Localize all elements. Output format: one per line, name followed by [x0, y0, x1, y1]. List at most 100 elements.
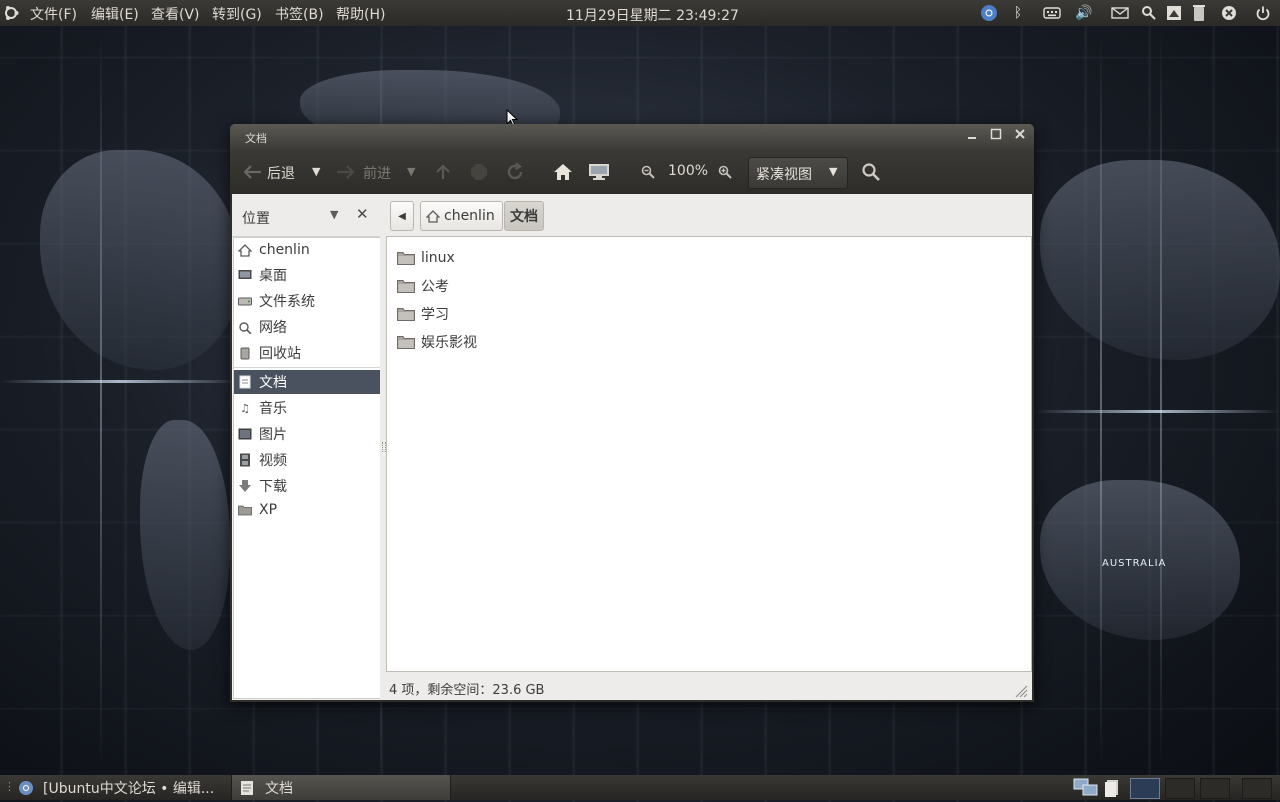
sidebar-item-label: 音乐	[259, 401, 287, 417]
workspace-1[interactable]	[1130, 778, 1160, 799]
sidebar-divider	[234, 367, 380, 368]
view-mode-select[interactable]: 紧凑视图 ▼	[748, 157, 848, 189]
sidebar-item-home[interactable]: chenlin	[234, 238, 380, 262]
file-name: linux	[421, 250, 455, 266]
zoom-level[interactable]: 100%	[668, 163, 708, 179]
trash-icon	[238, 346, 252, 360]
sidebar-item-label: 文档	[259, 375, 287, 391]
path-home-label: chenlin	[444, 208, 495, 224]
back-history-dropdown[interactable]: ▼	[312, 165, 320, 178]
menu-bookmarks[interactable]: 书签(B)	[275, 4, 324, 24]
mail-icon[interactable]	[1111, 4, 1129, 22]
screenshot-icon[interactable]	[1165, 4, 1183, 22]
toolbar: 后退 ▼ 前进 ▼ 100% 紧凑视图 ▼	[230, 150, 1034, 194]
statusbar: 4 项，剩余空间：23.6 GB	[386, 672, 1032, 700]
forward-button[interactable]: 前进	[363, 163, 391, 183]
power-icon[interactable]	[1254, 4, 1272, 22]
close-circle-icon[interactable]	[1220, 4, 1238, 22]
sidebar-item-pictures[interactable]: 图片	[234, 422, 380, 446]
resize-grip-icon[interactable]	[1014, 684, 1028, 698]
file-name: 学习	[421, 307, 449, 323]
sidebar-item-music[interactable]: ♫ 音乐	[234, 396, 380, 420]
forward-history-dropdown[interactable]: ▼	[407, 165, 415, 178]
sidebar-dropdown-icon[interactable]: ▼	[330, 208, 338, 221]
sidebar-item-desktop[interactable]: 桌面	[234, 263, 380, 287]
bottom-panel: ⋮ [Ubuntu中文论坛 • 编辑... 文档	[0, 775, 1280, 800]
sidebar-item-label: 文件系统	[259, 294, 315, 310]
desktop-icon	[238, 268, 252, 282]
reload-icon[interactable]	[504, 161, 526, 183]
close-button[interactable]	[1012, 128, 1028, 144]
workspace-2[interactable]	[1165, 778, 1195, 799]
back-button[interactable]: 后退	[267, 163, 295, 183]
path-button-home[interactable]: chenlin	[420, 201, 503, 231]
zoom-out-icon[interactable]	[637, 161, 659, 183]
home-icon	[238, 243, 252, 257]
network-icon[interactable]	[1073, 778, 1099, 802]
document-icon	[238, 375, 252, 389]
maximize-button[interactable]	[988, 128, 1004, 144]
folder-icon	[397, 335, 415, 349]
sidebar-item-trash[interactable]: 回收站	[234, 341, 380, 365]
list-item[interactable]: linux	[397, 247, 455, 269]
sidebar-close-icon[interactable]: ✕	[356, 205, 369, 223]
network-icon	[238, 320, 252, 334]
menu-help[interactable]: 帮助(H)	[336, 4, 385, 24]
list-item[interactable]: 公考	[397, 275, 449, 297]
taskbar-item-documents[interactable]: 文档	[231, 775, 451, 800]
clock[interactable]: 11月29日星期二 23:49:27	[566, 5, 739, 25]
sidebar-item-documents[interactable]: 文档	[234, 370, 380, 394]
sidebar-item-label: 回收站	[259, 346, 301, 362]
bluetooth-icon[interactable]: ᛒ	[1009, 4, 1027, 22]
keyboard-icon[interactable]	[1043, 4, 1061, 22]
taskbar-item-label: [Ubuntu中文论坛 • 编辑...	[43, 780, 215, 797]
sidebar-item-xp[interactable]: XP	[234, 498, 380, 522]
list-item[interactable]: 娱乐影视	[397, 331, 477, 353]
ubuntu-logo-icon[interactable]	[3, 5, 19, 21]
forward-arrow-icon	[334, 161, 356, 183]
up-arrow-icon[interactable]	[432, 161, 454, 183]
file-name: 娱乐影视	[421, 335, 477, 351]
path-scroll-left-button[interactable]: ◀	[390, 201, 414, 231]
menu-file[interactable]: 文件(F)	[30, 4, 77, 24]
sidebar-item-downloads[interactable]: 下载	[234, 474, 380, 498]
stop-icon[interactable]	[468, 161, 490, 183]
workspace-3[interactable]	[1200, 778, 1230, 799]
music-icon: ♫	[240, 401, 250, 415]
zoom-in-icon[interactable]	[714, 161, 736, 183]
sidebar-item-filesystem[interactable]: 文件系统	[234, 289, 380, 313]
minimize-button[interactable]	[964, 128, 980, 144]
volume-icon[interactable]: 🔊	[1075, 4, 1093, 22]
folder-icon	[397, 251, 415, 265]
document-icon	[240, 780, 254, 796]
file-list[interactable]: linux 公考 学习 娱乐影视	[386, 236, 1032, 672]
main-pane: ◀ chenlin 文档 linux 公考 学习 娱乐影视 4 项，剩余空间：2…	[386, 194, 1032, 700]
search-icon[interactable]	[860, 161, 882, 183]
menu-go[interactable]: 转到(G)	[212, 4, 262, 24]
trash-icon[interactable]	[1190, 4, 1208, 22]
menu-edit[interactable]: 编辑(E)	[91, 4, 139, 24]
window-titlebar[interactable]: 文档	[230, 124, 1034, 150]
list-item[interactable]: 学习	[397, 303, 449, 325]
download-icon	[238, 479, 252, 493]
workspace-4[interactable]	[1242, 778, 1272, 799]
back-arrow-icon	[242, 161, 264, 183]
sidebar-item-label: chenlin	[259, 242, 310, 258]
clipboard-icon[interactable]	[1104, 779, 1120, 801]
computer-icon[interactable]	[588, 161, 610, 183]
sidebar-item-label: 网络	[259, 320, 287, 336]
top-panel: 文件(F) 编辑(E) 查看(V) 转到(G) 书签(B) 帮助(H) 11月2…	[0, 0, 1280, 26]
search-icon[interactable]	[1140, 4, 1158, 22]
sidebar-item-videos[interactable]: 视频	[234, 448, 380, 472]
home-icon[interactable]	[552, 161, 574, 183]
taskbar-item-label: 文档	[265, 780, 293, 797]
video-icon	[238, 453, 252, 467]
sidebar-title[interactable]: 位置	[242, 208, 270, 228]
folder-icon	[397, 279, 415, 293]
path-button-current[interactable]: 文档	[504, 201, 544, 231]
picture-icon	[238, 427, 252, 441]
menu-view[interactable]: 查看(V)	[151, 4, 200, 24]
taskbar-item-browser[interactable]: [Ubuntu中文论坛 • 编辑...	[12, 775, 228, 800]
chromium-icon[interactable]	[980, 4, 998, 22]
sidebar-item-network[interactable]: 网络	[234, 315, 380, 339]
